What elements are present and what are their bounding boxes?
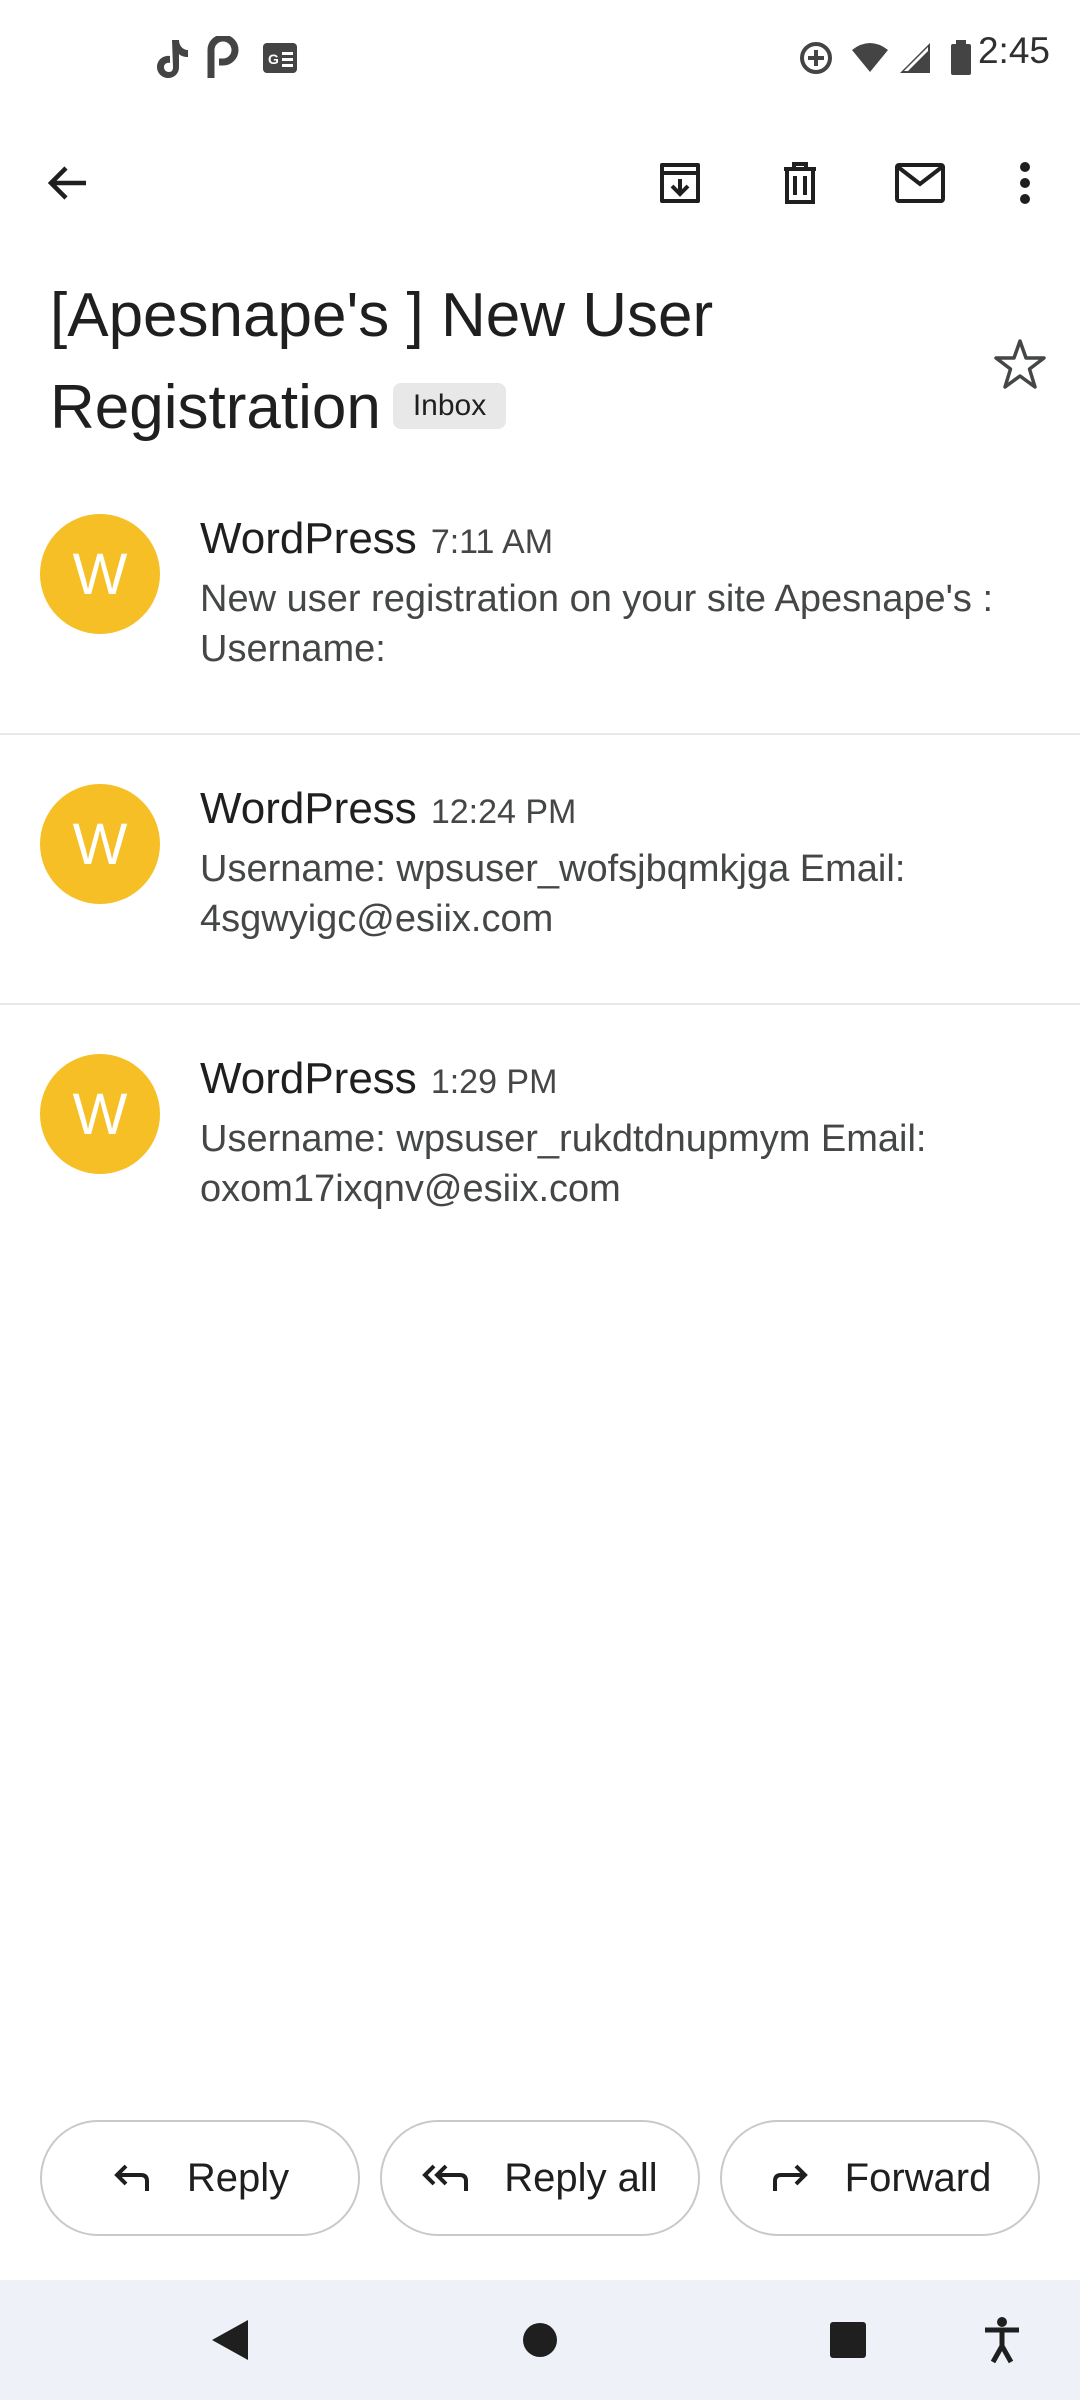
battery-icon [950,34,972,82]
accessibility-icon [985,2317,1019,2364]
system-nav-bar [0,2280,1080,2400]
more-vert-icon [1020,162,1030,204]
avatar[interactable]: W [40,514,160,634]
reply-label: Reply [186,2155,290,2200]
archive-button[interactable] [637,140,723,226]
parking-p-icon [205,34,241,82]
forward-label: Forward [844,2155,992,2200]
nav-home-circle-icon [523,2323,557,2357]
avatar[interactable]: W [40,1054,160,1174]
message-time: 7:11 AM [430,523,554,561]
message-item[interactable]: W WordPress 1:29 PM Username: wpsuser_ruk… [0,1054,1080,1324]
sender-name: WordPress [200,784,417,833]
inbox-label-chip[interactable]: Inbox [392,382,507,429]
sender-line: WordPress 7:11 AM [200,514,553,564]
nav-recents-button[interactable] [818,2310,878,2370]
accessibility-button[interactable] [972,2310,1032,2370]
divider [0,733,1080,735]
delete-button[interactable] [757,140,843,226]
back-button[interactable] [24,140,110,226]
sender-line: WordPress 1:29 PM [200,1054,557,1104]
mark-unread-icon [895,163,945,203]
star-outline-icon [994,339,1046,389]
reply-icon [114,2164,149,2191]
wifi-icon [850,34,890,82]
mark-unread-button[interactable] [877,140,963,226]
sender-name: WordPress [200,1054,417,1103]
reply-all-icon [422,2164,469,2191]
signal-icon [898,34,932,82]
svg-text:G: G [268,51,279,67]
more-options-button[interactable] [982,140,1068,226]
star-button[interactable] [990,335,1050,395]
divider [0,1003,1080,1005]
back-arrow-icon [47,166,86,200]
top-app-bar [0,140,1080,226]
news-icon: G [262,34,298,82]
archive-icon [660,163,700,203]
message-snippet: Username: wpsuser_rukdtdnupmym Email: ox… [200,1118,927,1210]
tiktok-icon [150,34,190,82]
nav-recents-square-icon [830,2322,866,2358]
message-snippet: New user registration on your site Apesn… [200,578,994,670]
delete-icon [784,162,816,204]
message-snippet: Username: wpsuser_wofsjbqmkjga Email: 4s… [200,848,906,940]
nav-back-triangle-icon [212,2320,248,2360]
reply-all-button[interactable]: Reply all [380,2120,700,2236]
message-time: 12:24 PM [430,793,577,831]
message-item[interactable]: W WordPress 7:11 AM New user registration… [0,514,1080,784]
status-bar: G 2:45 [0,0,1080,115]
data-saver-icon [798,34,834,82]
forward-icon [772,2164,808,2191]
email-subject: [Apesnape's ] New User Registration Inbox [50,270,950,454]
subject-text: [Apesnape's ] New User Registration [50,281,714,442]
sender-line: WordPress 12:24 PM [200,784,576,834]
clock: 2:45 [977,30,1050,71]
sender-name: WordPress [200,514,417,563]
message-time: 1:29 PM [430,1063,558,1101]
nav-home-button[interactable] [510,2310,570,2370]
avatar[interactable]: W [40,784,160,904]
nav-back-button[interactable] [200,2310,260,2370]
reply-all-label: Reply all [504,2155,658,2200]
forward-button[interactable]: Forward [720,2120,1040,2236]
reply-button[interactable]: Reply [40,2120,360,2236]
message-item[interactable]: W WordPress 12:24 PM Username: wpsuser_wo… [0,784,1080,1054]
